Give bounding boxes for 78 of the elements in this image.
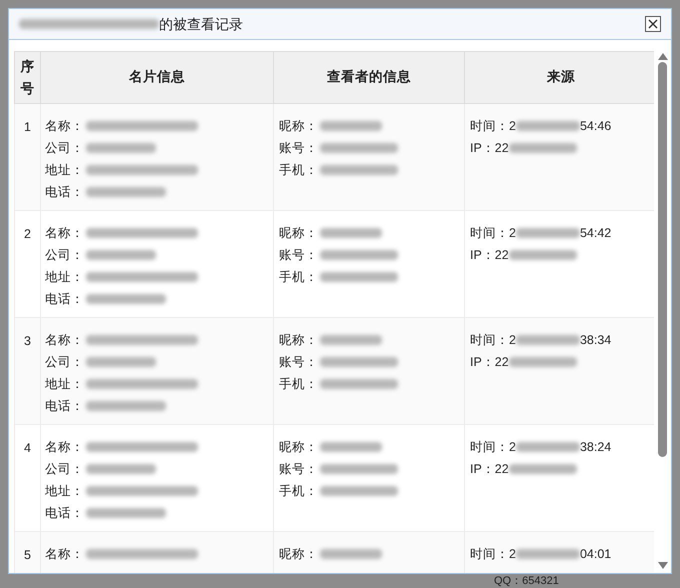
row-number: 5 [24, 548, 31, 562]
redacted-text [516, 549, 580, 559]
column-header: 序号 [14, 52, 40, 104]
field-label: 公司： [45, 140, 84, 157]
field-label: 昵称： [279, 332, 318, 349]
ip-label: IP：22 [470, 354, 509, 371]
field-label: 手机： [279, 268, 318, 286]
field-label: 电话： [45, 290, 84, 308]
column-header: 来源 [464, 52, 654, 104]
time-label: 时间：2 [470, 332, 516, 349]
redacted-text [86, 143, 156, 153]
field-label: 公司： [45, 354, 84, 371]
field-label: 公司： [45, 246, 84, 264]
row-number: 2 [24, 227, 31, 241]
ip-label: IP：22 [470, 460, 509, 478]
field-label: 电话： [45, 504, 84, 522]
close-button[interactable] [645, 16, 661, 32]
field-label: 名称： [45, 224, 84, 242]
time-label: 时间：2 [470, 546, 516, 563]
scroll-down-icon[interactable] [658, 562, 668, 569]
redacted-text [320, 335, 382, 345]
ip-label: IP：22 [470, 246, 509, 264]
dialog-title: 的被查看记录 [159, 14, 243, 34]
redacted-text [508, 464, 577, 474]
time-value: 54:42 [580, 224, 612, 242]
time-value: 38:34 [580, 332, 612, 349]
field-label: 昵称： [279, 438, 318, 456]
field-label: 名称： [45, 118, 84, 135]
redacted-text [508, 250, 577, 260]
redacted-text [320, 121, 382, 131]
redacted-text [320, 442, 382, 452]
close-icon[interactable] [648, 19, 658, 29]
redacted-text [516, 121, 580, 131]
field-label: 账号： [279, 460, 318, 478]
field-label: 账号： [279, 354, 318, 371]
redacted-text [516, 442, 580, 452]
field-label: 地址： [45, 268, 84, 286]
redacted-text [86, 250, 156, 260]
field-label: 昵称： [279, 224, 318, 242]
field-label: 电话： [45, 398, 84, 415]
field-label: 手机： [279, 376, 318, 393]
time-value: 04:01 [580, 546, 612, 563]
field-label: 地址： [45, 482, 84, 500]
redacted-text [508, 143, 577, 153]
time-label: 时间：2 [470, 118, 516, 135]
field-label: 手机： [279, 482, 318, 500]
background-text: QQ：654321 [494, 575, 559, 588]
field-label: 手机： [279, 162, 318, 179]
row-number: 1 [24, 120, 31, 134]
field-label: 名称： [45, 546, 84, 563]
time-value: 38:24 [580, 438, 612, 456]
scrollbar-thumb[interactable] [658, 62, 667, 457]
time-label: 时间：2 [470, 224, 516, 242]
redacted-text [320, 228, 382, 238]
field-label: 昵称： [279, 546, 318, 563]
ip-label: IP：22 [470, 140, 509, 157]
time-value: 54:46 [580, 118, 612, 135]
scroll-up-icon[interactable] [658, 53, 668, 60]
field-label: 电话： [45, 184, 84, 201]
field-label: 地址： [45, 162, 84, 179]
row-number: 4 [24, 441, 31, 455]
redacted-text [86, 464, 156, 474]
field-label: 名称： [45, 438, 84, 456]
column-header: 查看者的信息 [274, 52, 464, 104]
field-label: 名称： [45, 332, 84, 349]
redacted-text [320, 549, 382, 559]
column-header: 名片信息 [40, 52, 274, 104]
field-label: 账号： [279, 140, 318, 157]
redacted-text [86, 357, 156, 367]
redacted-text [516, 335, 580, 345]
field-label: 地址： [45, 376, 84, 393]
field-label: 昵称： [279, 118, 318, 135]
field-label: 公司： [45, 460, 84, 478]
field-label: 账号： [279, 246, 318, 264]
redacted-text [516, 228, 580, 238]
time-label: 时间：2 [470, 438, 516, 456]
row-number: 3 [24, 334, 31, 348]
redacted-text [508, 357, 577, 367]
